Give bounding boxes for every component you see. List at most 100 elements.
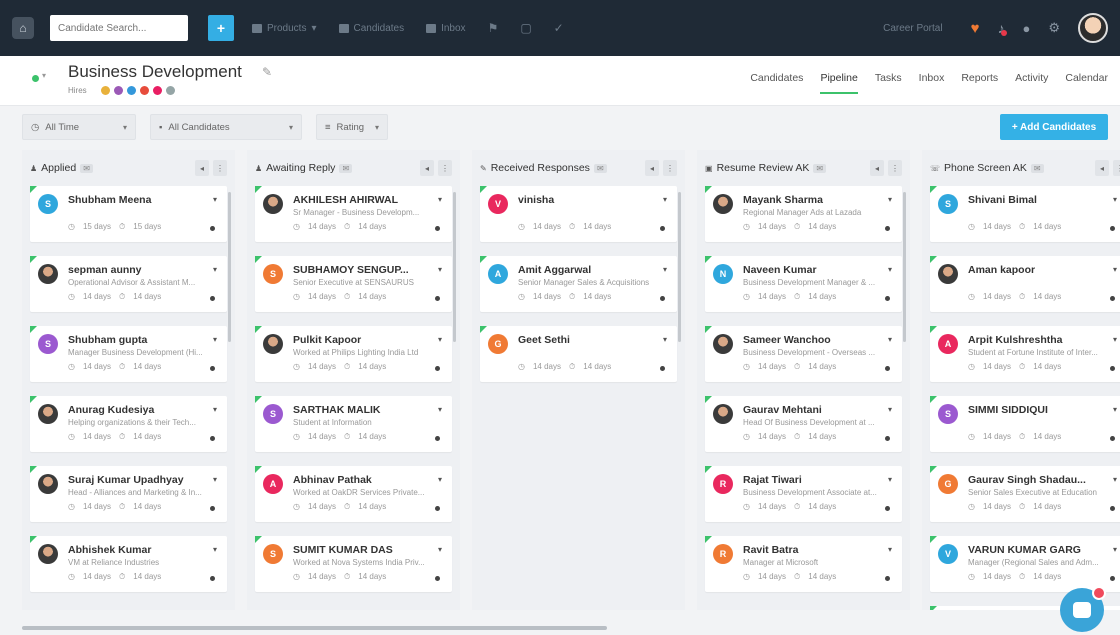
team-avatar[interactable]: [113, 86, 123, 95]
candidate-card[interactable]: R Ravit Batra Manager at Microsoft ◷ 14 days…: [705, 536, 902, 592]
chat-button[interactable]: [1060, 586, 1106, 632]
candidate-card[interactable]: Sameer Wanchoo Business Development - Ove…: [705, 326, 902, 382]
candidate-card[interactable]: Pulkit Kapoor Worked at Philips Lighting …: [255, 326, 452, 382]
chevron-down-icon[interactable]: ▾: [663, 195, 667, 204]
tab-pipeline[interactable]: Pipeline: [820, 72, 858, 94]
nav-candidates[interactable]: Candidates: [338, 23, 404, 34]
chevron-down-icon[interactable]: ▾: [663, 335, 667, 344]
column-menu-icon[interactable]: ⋮: [1113, 160, 1120, 176]
candidate-card[interactable]: S SUMIT KUMAR DAS Worked at Nova Systems I…: [255, 536, 452, 592]
candidate-card[interactable]: S SARTHAK MALIK Student at Information ◷ 14 …: [255, 396, 452, 452]
column-scrollbar[interactable]: [678, 192, 681, 342]
nav-products[interactable]: Products ▾: [252, 23, 317, 34]
chevron-down-icon[interactable]: ▾: [888, 265, 892, 274]
horizontal-scrollbar[interactable]: [22, 626, 607, 630]
candidate-card[interactable]: Abhishek Kumar VM at Reliance Industries ◷…: [30, 536, 227, 592]
candidate-card[interactable]: R Rajat Tiwari Business Development Associ…: [705, 466, 902, 522]
chevron-down-icon[interactable]: ▾: [1113, 335, 1117, 344]
add-candidates-button[interactable]: + Add Candidates: [1000, 114, 1108, 140]
career-portal-link[interactable]: Career Portal: [883, 23, 942, 34]
chevron-down-icon[interactable]: ▾: [438, 265, 442, 274]
chevron-down-icon[interactable]: ▾: [1113, 265, 1117, 274]
candidate-card[interactable]: A Amit Aggarwal Senior Manager Sales & Acq…: [480, 256, 677, 312]
chevron-down-icon[interactable]: ▾: [888, 335, 892, 344]
expand-icon[interactable]: ◂: [420, 160, 434, 176]
bell-icon[interactable]: ♪: [997, 20, 1008, 36]
chevron-down-icon[interactable]: ▾: [213, 195, 217, 204]
candidate-card[interactable]: Suraj Kumar Upadhyay Head - Alliances and…: [30, 466, 227, 522]
chevron-down-icon[interactable]: ▾: [1113, 405, 1117, 414]
expand-icon[interactable]: ◂: [645, 160, 659, 176]
tab-activity[interactable]: Activity: [1015, 72, 1048, 94]
expand-icon[interactable]: ◂: [1095, 160, 1109, 176]
candidate-card[interactable]: V VARUN KUMAR GARG Manager (Regional Sales…: [930, 536, 1120, 592]
candidate-card[interactable]: N Naveen Kumar Business Development Manage…: [705, 256, 902, 312]
candidate-card[interactable]: A Arpit Kulshreshtha Student at Fortune In…: [930, 326, 1120, 382]
chevron-down-icon[interactable]: ▾: [213, 545, 217, 554]
chevron-down-icon[interactable]: ▾: [888, 545, 892, 554]
candidate-card[interactable]: G Gaurav Singh Shadau... Senior Sales Exec…: [930, 466, 1120, 522]
candidates-filter-select[interactable]: ▪ All Candidates ▾: [150, 114, 302, 140]
candidate-card[interactable]: S Shivani Bimal ◷ 14 days ⏱ 14 days ▾: [930, 186, 1120, 242]
candidate-card[interactable]: Vvinisha ◷ 14 days ⏱ 14 days ▾: [480, 186, 677, 242]
candidate-card[interactable]: A Abhinav Pathak Worked at OakDR Services …: [255, 466, 452, 522]
candidate-card[interactable]: S SUBHAMOY SENGUP... Senior Executive at S…: [255, 256, 452, 312]
team-avatar[interactable]: [126, 86, 136, 95]
tab-calendar[interactable]: Calendar: [1065, 72, 1108, 94]
tab-candidates[interactable]: Candidates: [750, 72, 803, 94]
candidate-card[interactable]: Anurag Kudesiya Helping organizations & t…: [30, 396, 227, 452]
chevron-down-icon[interactable]: ▾: [213, 265, 217, 274]
user-avatar[interactable]: [1078, 13, 1108, 43]
chevron-down-icon[interactable]: ▾: [888, 195, 892, 204]
chevron-down-icon[interactable]: ▾: [438, 475, 442, 484]
chevron-down-icon[interactable]: ▾: [213, 405, 217, 414]
column-menu-icon[interactable]: ⋮: [888, 160, 902, 176]
candidate-card[interactable]: S Shubham Meena ◷ 15 days ⏱ 15 days ▾: [30, 186, 227, 242]
chevron-down-icon[interactable]: ▾: [438, 335, 442, 344]
chevron-down-icon[interactable]: ▾: [888, 405, 892, 414]
check-icon[interactable]: ✓: [554, 21, 564, 35]
chevron-down-icon[interactable]: ▾: [438, 545, 442, 554]
chevron-down-icon[interactable]: ▾: [213, 335, 217, 344]
candidate-card[interactable]: sepman aunny Operational Advisor & Assist…: [30, 256, 227, 312]
flag-icon[interactable]: ⚑: [488, 21, 499, 35]
time-filter-select[interactable]: ◷ All Time ▾: [22, 114, 136, 140]
candidate-card[interactable]: AKHILESH AHIRWAL Sr Manager - Business De…: [255, 186, 452, 242]
chevron-down-icon[interactable]: ▾: [438, 195, 442, 204]
chevron-down-icon[interactable]: ▾: [663, 265, 667, 274]
chevron-down-icon[interactable]: ▾: [1113, 545, 1117, 554]
chevron-down-icon[interactable]: ▾: [1113, 195, 1117, 204]
rating-filter-select[interactable]: ≡ Rating ▾: [316, 114, 388, 140]
column-scrollbar[interactable]: [228, 192, 231, 342]
heart-icon[interactable]: ♥: [971, 20, 980, 37]
job-status-dot[interactable]: [32, 75, 39, 82]
tab-tasks[interactable]: Tasks: [875, 72, 902, 94]
tab-inbox[interactable]: Inbox: [919, 72, 945, 94]
expand-icon[interactable]: ◂: [870, 160, 884, 176]
chevron-down-icon[interactable]: ▾: [888, 475, 892, 484]
help-icon[interactable]: ●: [1022, 21, 1030, 36]
column-scrollbar[interactable]: [453, 192, 456, 342]
candidate-card[interactable]: Aman kapoor ◷ 14 days ⏱ 14 days ▾: [930, 256, 1120, 312]
chevron-down-icon[interactable]: ▾: [438, 405, 442, 414]
column-menu-icon[interactable]: ⋮: [438, 160, 452, 176]
home-icon[interactable]: ⌂: [12, 17, 34, 39]
chevron-down-icon[interactable]: ▾: [1113, 475, 1117, 484]
chevron-down-icon[interactable]: ▾: [42, 71, 46, 80]
candidate-card[interactable]: S Shubham gupta Manager Business Developme…: [30, 326, 227, 382]
gear-icon[interactable]: ⚙: [1048, 20, 1060, 36]
team-avatar[interactable]: [165, 86, 175, 95]
column-scrollbar[interactable]: [903, 192, 906, 342]
edit-icon[interactable]: ✎: [262, 65, 272, 79]
candidate-card[interactable]: Mayank Sharma Regional Manager Ads at Laz…: [705, 186, 902, 242]
candidate-card[interactable]: G Geet Sethi ◷ 14 days ⏱ 14 days ▾: [480, 326, 677, 382]
team-avatar[interactable]: [152, 86, 162, 95]
expand-icon[interactable]: ◂: [195, 160, 209, 176]
tab-reports[interactable]: Reports: [961, 72, 998, 94]
nav-inbox[interactable]: Inbox: [426, 23, 466, 34]
team-avatar[interactable]: [139, 86, 149, 95]
chevron-down-icon[interactable]: ▾: [213, 475, 217, 484]
column-menu-icon[interactable]: ⋮: [663, 160, 677, 176]
add-icon[interactable]: +: [208, 15, 234, 41]
calendar-icon[interactable]: ▢: [520, 21, 531, 35]
